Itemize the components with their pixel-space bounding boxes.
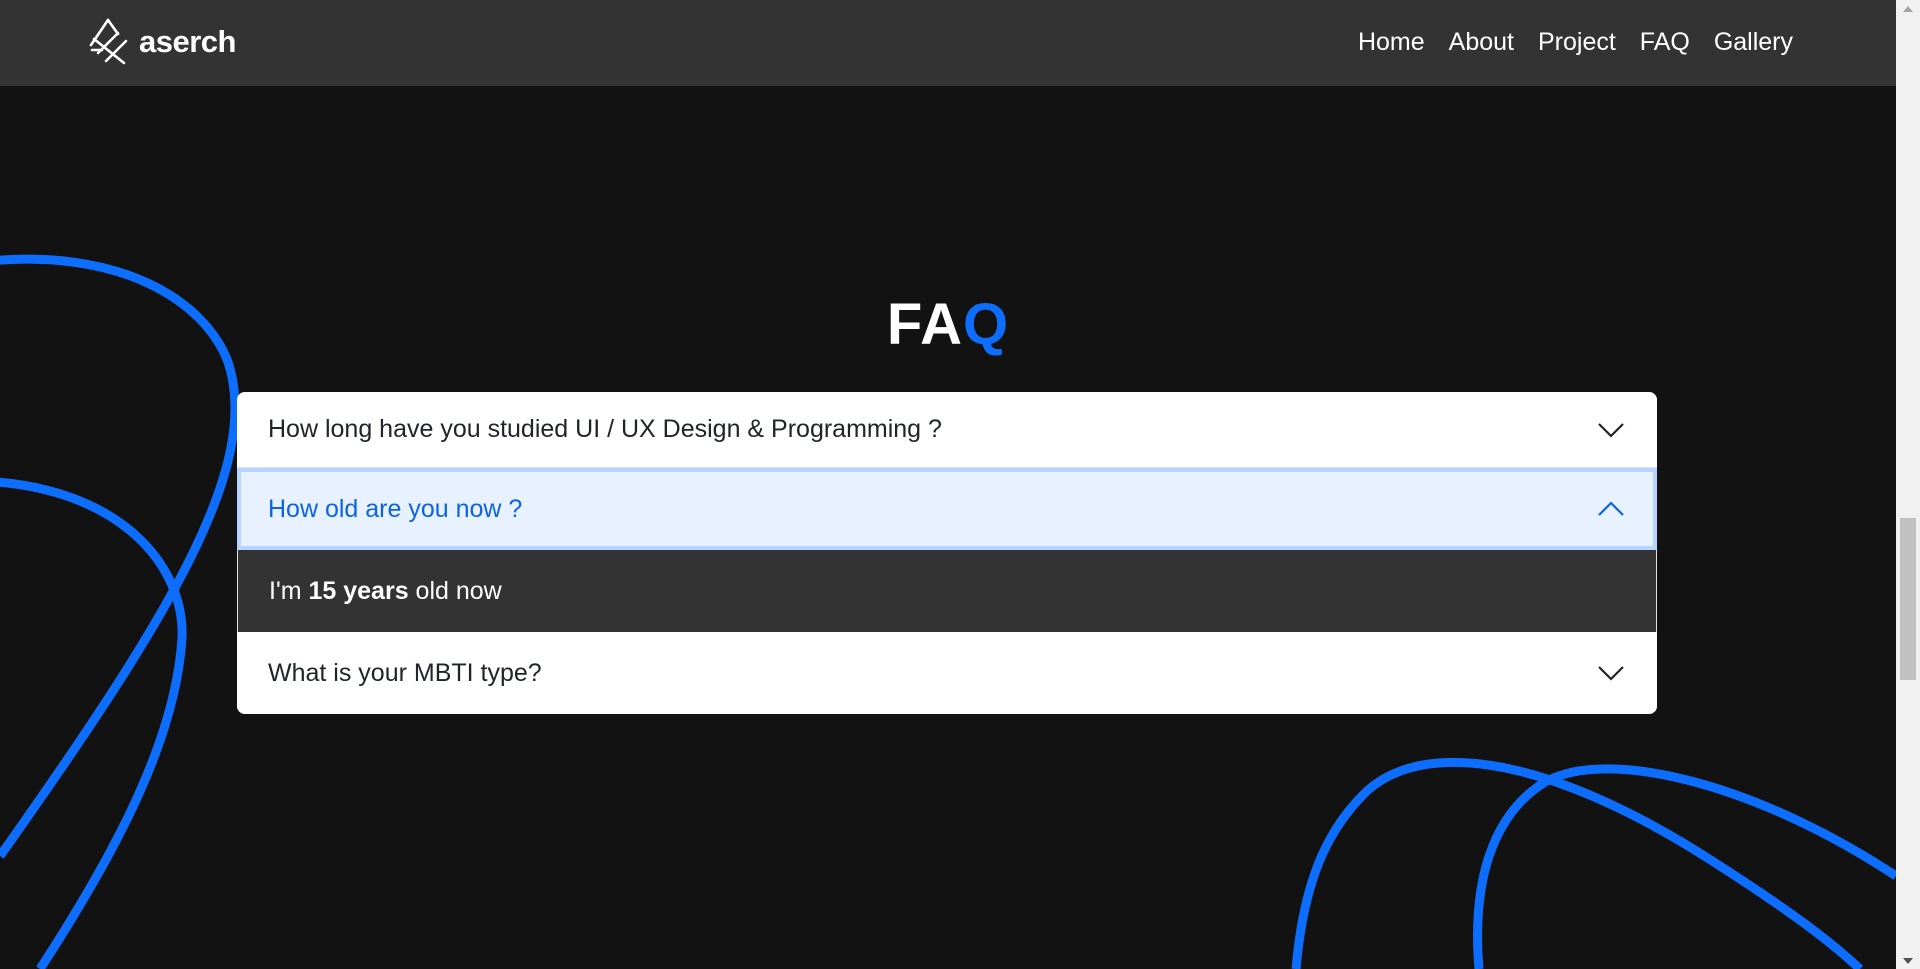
faq-heading: FAQ: [0, 291, 1896, 358]
faq-item-1-header[interactable]: How long have you studied UI / UX Design…: [237, 392, 1657, 468]
caret-down-icon: [1903, 957, 1913, 964]
brand-name: aserch: [139, 24, 236, 59]
faq-item-2-answer: I'm 15 years old now: [237, 550, 1657, 632]
chevron-down-icon: [1598, 666, 1624, 681]
curve-right-1: [1291, 757, 1864, 969]
crossed-lines-logo-icon: [89, 18, 128, 65]
faq-item-3-question: What is your MBTI type?: [268, 658, 542, 687]
faq-item-2-question: How old are you now ?: [268, 494, 523, 523]
curve-right-2: [1473, 764, 1896, 969]
faq-heading-part1: FA: [886, 291, 963, 357]
top-navbar: aserch Home About Project FAQ Gallery: [0, 0, 1896, 86]
scroll-up-arrow[interactable]: [1896, 0, 1920, 17]
brand-logo[interactable]: aserch: [88, 16, 236, 68]
answer-suffix: old now: [408, 576, 502, 605]
faq-item-3-header[interactable]: What is your MBTI type?: [237, 632, 1657, 714]
nav-home[interactable]: Home: [1358, 24, 1425, 60]
faq-accordion: How long have you studied UI / UX Design…: [237, 392, 1657, 714]
nav-about[interactable]: About: [1449, 24, 1514, 60]
nav-faq[interactable]: FAQ: [1640, 24, 1690, 60]
page-scrollbar[interactable]: [1896, 0, 1920, 969]
answer-bold: 15 years: [308, 576, 409, 605]
faq-item-2-header[interactable]: How old are you now ?: [237, 468, 1657, 550]
faq-heading-part2: Q: [963, 291, 1010, 357]
nav-project[interactable]: Project: [1538, 24, 1616, 60]
chevron-down-icon: [1598, 422, 1624, 438]
main-nav: Home About Project FAQ Gallery: [1358, 24, 1793, 60]
nav-gallery[interactable]: Gallery: [1714, 24, 1793, 60]
scroll-down-arrow[interactable]: [1896, 952, 1920, 969]
scrollbar-thumb[interactable]: [1900, 518, 1916, 680]
faq-item-1-question: How long have you studied UI / UX Design…: [268, 415, 942, 443]
chevron-up-icon: [1598, 501, 1624, 516]
caret-up-icon: [1903, 5, 1913, 12]
answer-prefix: I'm: [269, 576, 309, 605]
